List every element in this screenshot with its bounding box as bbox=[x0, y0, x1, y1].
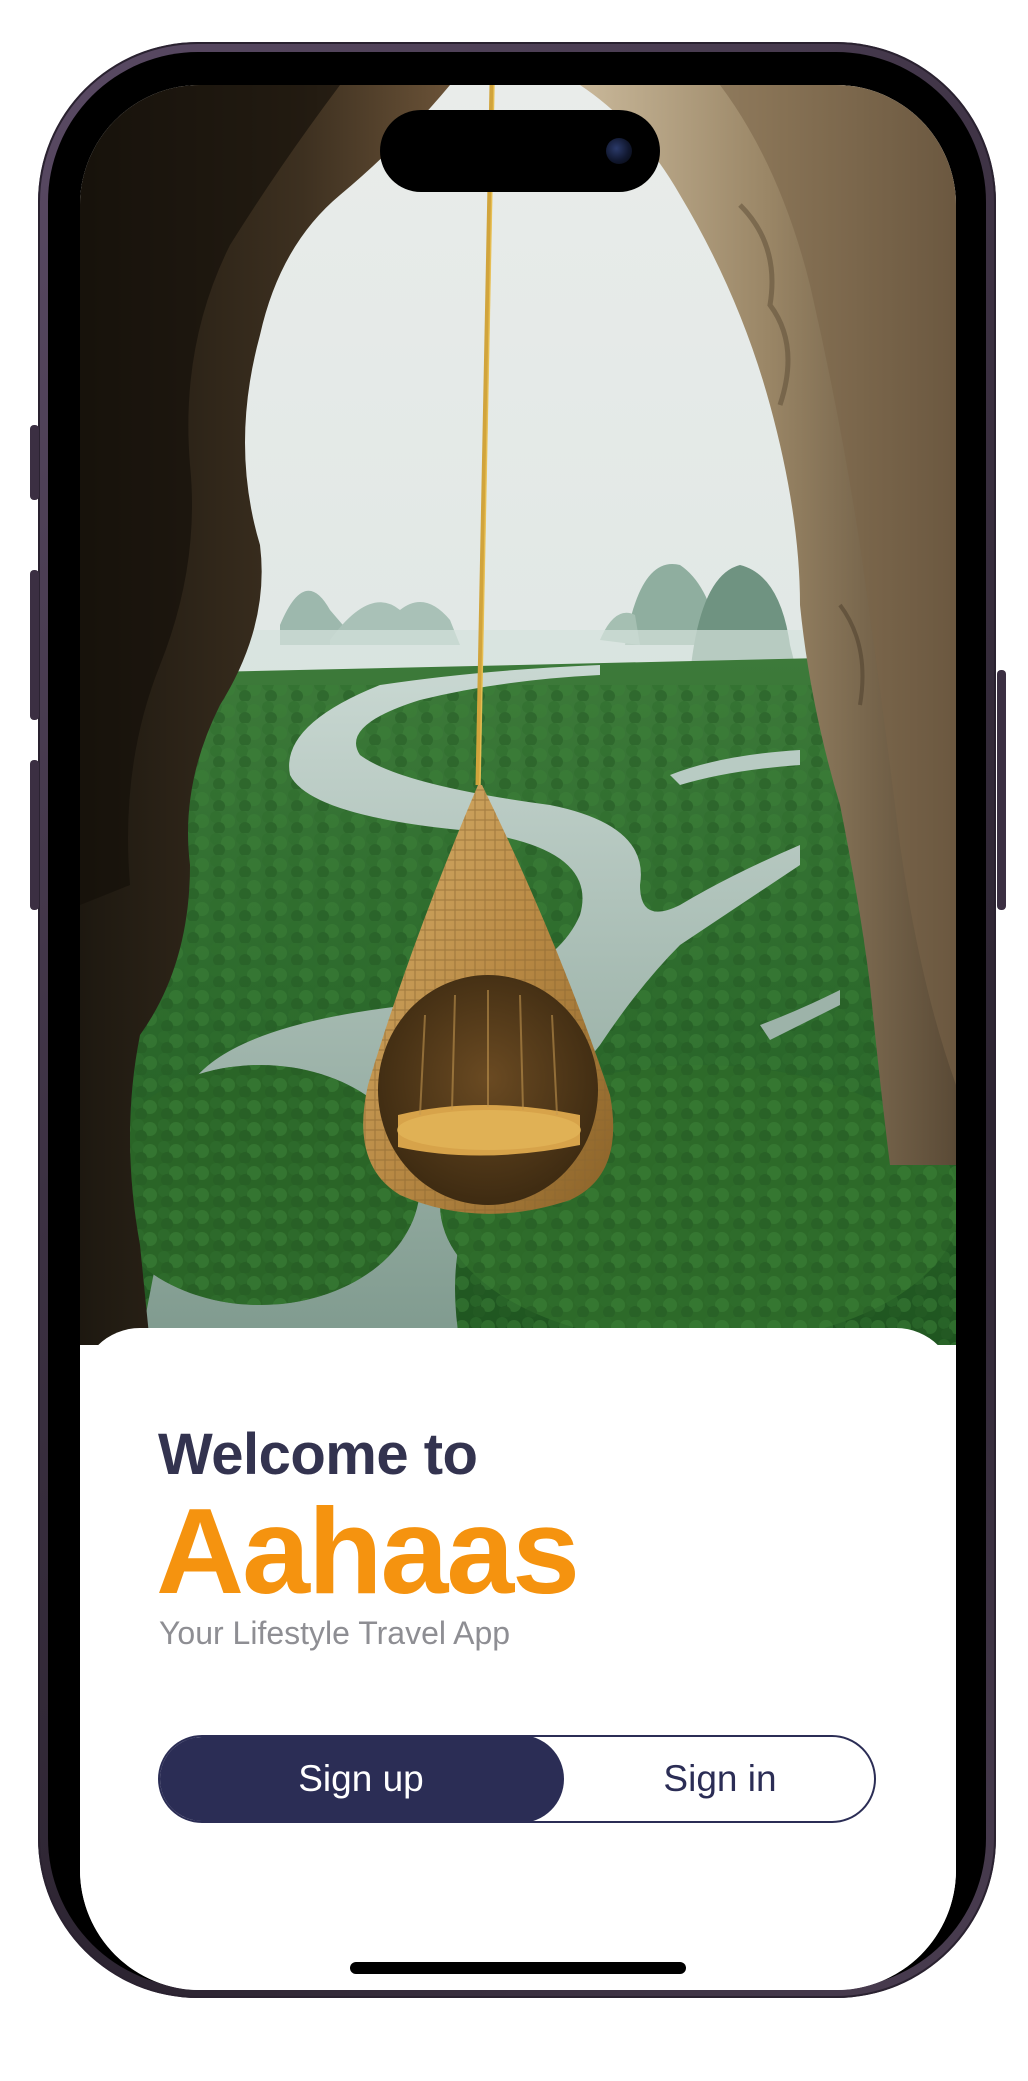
power-button bbox=[997, 670, 1006, 910]
sign-in-button[interactable]: Sign in bbox=[564, 1737, 874, 1821]
front-camera-icon bbox=[606, 138, 632, 164]
app-screen: Welcome to Aahaas Your Lifestyle Travel … bbox=[80, 85, 956, 1990]
auth-toggle: Sign up Sign in bbox=[158, 1735, 876, 1823]
volume-down-button bbox=[30, 760, 39, 910]
hero-image bbox=[80, 85, 956, 1345]
home-indicator[interactable] bbox=[350, 1962, 686, 1974]
dynamic-island bbox=[380, 110, 660, 192]
app-tagline: Your Lifestyle Travel App bbox=[159, 1615, 511, 1651]
welcome-sheet: Welcome to Aahaas Your Lifestyle Travel … bbox=[80, 1328, 956, 1990]
volume-up-button bbox=[30, 570, 39, 720]
app-name: Aahaas bbox=[156, 1483, 580, 1619]
welcome-heading: Welcome to bbox=[158, 1422, 478, 1487]
sign-up-button[interactable]: Sign up bbox=[160, 1737, 564, 1821]
action-button bbox=[30, 425, 39, 500]
